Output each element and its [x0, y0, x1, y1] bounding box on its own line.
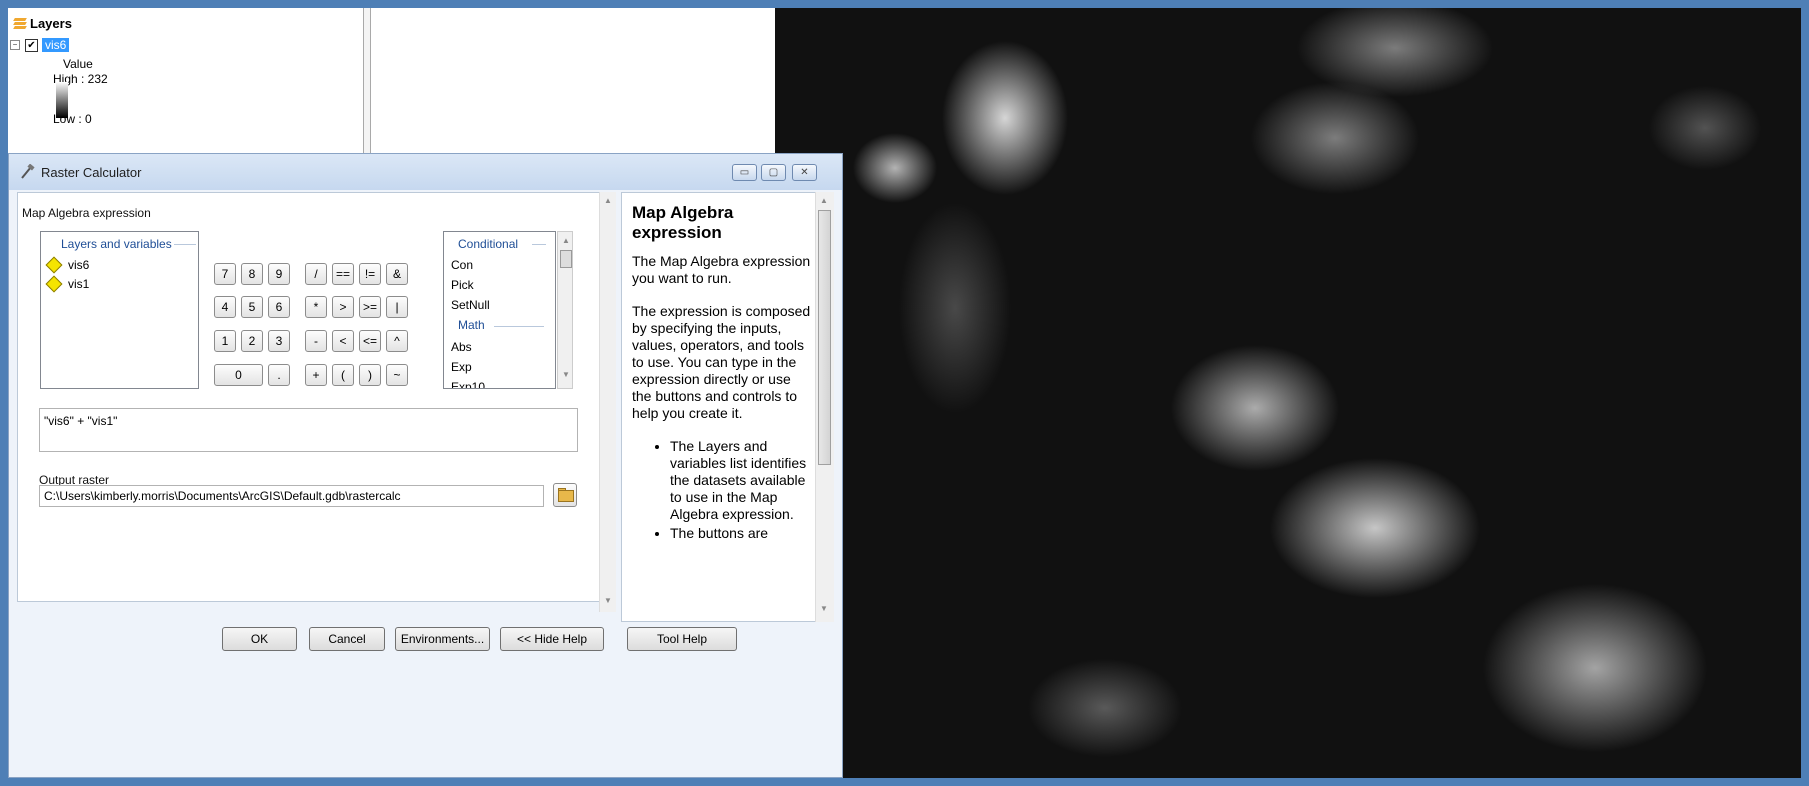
tool-parameters-panel: Map Algebra expression Layers and variab… [17, 192, 608, 602]
key-multiply[interactable]: * [305, 296, 327, 318]
layer-name-vis6[interactable]: vis6 [42, 38, 70, 52]
tool-item-setnull[interactable]: SetNull [451, 298, 490, 312]
ok-button[interactable]: OK [222, 627, 297, 651]
key-open-paren[interactable]: ( [332, 364, 354, 386]
raster-calculator-icon [21, 164, 35, 179]
key-less-equal[interactable]: <= [359, 330, 381, 352]
browse-output-button[interactable] [553, 483, 577, 507]
panel-splitter[interactable] [363, 8, 371, 158]
scroll-thumb[interactable] [560, 250, 572, 268]
key-1[interactable]: 1 [214, 330, 236, 352]
legend-low: Low : 0 [53, 112, 92, 126]
close-button[interactable]: ✕ [792, 164, 817, 181]
hide-help-button[interactable]: << Hide Help [500, 627, 604, 651]
raster-calculator-dialog: Raster Calculator ▭ ▢ ✕ Map Algebra expr… [8, 153, 843, 778]
list-item[interactable]: vis6 [44, 256, 89, 274]
help-title: Map Algebra expression [632, 203, 734, 242]
layer-diamond-icon [45, 275, 63, 293]
key-not[interactable]: ~ [386, 364, 408, 386]
tool-item-pick[interactable]: Pick [451, 278, 474, 292]
key-7[interactable]: 7 [214, 263, 236, 285]
table-of-contents: Layers − ✔ vis6 Value High : 232 Low : 0 [8, 8, 363, 158]
key-and[interactable]: & [386, 263, 408, 285]
help-pane: Map Algebra expression The Map Algebra e… [621, 192, 823, 622]
help-paragraph: The Map Algebra expression you want to r… [632, 253, 811, 286]
list-item[interactable]: vis1 [44, 275, 89, 293]
expression-textbox[interactable]: "vis6" + "vis1" [39, 408, 578, 452]
scroll-up-icon[interactable]: ▲ [604, 196, 612, 205]
key-divide[interactable]: / [305, 263, 327, 285]
key-6[interactable]: 6 [268, 296, 290, 318]
folder-icon [558, 490, 574, 502]
key-close-paren[interactable]: ) [359, 364, 381, 386]
key-not-equal[interactable]: != [359, 263, 381, 285]
key-xor[interactable]: ^ [386, 330, 408, 352]
tools-listbox[interactable]: Conditional Con Pick SetNull Math Abs Ex… [443, 231, 556, 389]
cancel-button[interactable]: Cancel [309, 627, 385, 651]
dialog-title: Raster Calculator [41, 165, 142, 180]
tool-item-abs[interactable]: Abs [451, 340, 472, 354]
key-9[interactable]: 9 [268, 263, 290, 285]
layers-root-label: Layers [30, 16, 72, 31]
tool-item-con[interactable]: Con [451, 258, 473, 272]
help-scrollbar[interactable]: ▲ ▼ [815, 192, 834, 622]
layers-root[interactable]: Layers [13, 16, 72, 31]
scroll-thumb[interactable] [818, 210, 831, 465]
layer-diamond-icon [45, 256, 63, 274]
environments-button[interactable]: Environments... [395, 627, 490, 651]
tool-help-button[interactable]: Tool Help [627, 627, 737, 651]
map-display[interactable] [775, 8, 1801, 778]
scroll-down-icon[interactable]: ▼ [604, 596, 612, 605]
legend-title: Value [63, 57, 93, 71]
dialog-titlebar[interactable]: Raster Calculator ▭ ▢ ✕ [9, 154, 842, 190]
collapse-toggle[interactable]: − [10, 40, 20, 50]
tools-group-math: Math [458, 318, 485, 332]
scroll-up-icon[interactable]: ▲ [820, 196, 828, 205]
key-less[interactable]: < [332, 330, 354, 352]
scroll-down-icon[interactable]: ▼ [820, 604, 828, 613]
layers-icon [13, 17, 27, 30]
key-8[interactable]: 8 [241, 263, 263, 285]
help-bullet: The buttons are [670, 525, 814, 542]
key-5[interactable]: 5 [241, 296, 263, 318]
key-minus[interactable]: - [305, 330, 327, 352]
layers-listbox[interactable]: Layers and variables vis6 vis1 [40, 231, 199, 389]
scroll-up-icon[interactable]: ▲ [562, 236, 570, 245]
tool-item-exp[interactable]: Exp [451, 360, 472, 374]
layer-visibility-checkbox[interactable]: ✔ [25, 38, 38, 52]
key-0[interactable]: 0 [214, 364, 263, 386]
key-plus[interactable]: + [305, 364, 327, 386]
output-raster-field[interactable]: C:\Users\kimberly.morris\Documents\ArcGI… [39, 485, 544, 507]
key-2[interactable]: 2 [241, 330, 263, 352]
help-bullets: The Layers and variables list identifies… [632, 438, 814, 542]
help-bullet: The Layers and variables list identifies… [670, 438, 814, 523]
key-equal[interactable]: == [332, 263, 354, 285]
key-greater[interactable]: > [332, 296, 354, 318]
maximize-button[interactable]: ▢ [761, 164, 786, 181]
layers-list-header: Layers and variables [61, 237, 172, 251]
key-3[interactable]: 3 [268, 330, 290, 352]
tools-group-conditional: Conditional [458, 237, 519, 251]
key-decimal[interactable]: . [268, 364, 290, 386]
key-or[interactable]: | [386, 296, 408, 318]
key-greater-equal[interactable]: >= [359, 296, 381, 318]
expression-label: Map Algebra expression [22, 206, 151, 220]
help-paragraph: The expression is composed by specifying… [632, 303, 811, 421]
tool-item-exp10[interactable]: Exp10 [451, 380, 485, 388]
parameters-scrollbar[interactable]: ▲ ▼ [599, 192, 616, 612]
tools-scrollbar[interactable]: ▲ ▼ [557, 231, 573, 389]
key-4[interactable]: 4 [214, 296, 236, 318]
scroll-down-icon[interactable]: ▼ [562, 370, 570, 379]
minimize-button[interactable]: ▭ [732, 164, 757, 181]
